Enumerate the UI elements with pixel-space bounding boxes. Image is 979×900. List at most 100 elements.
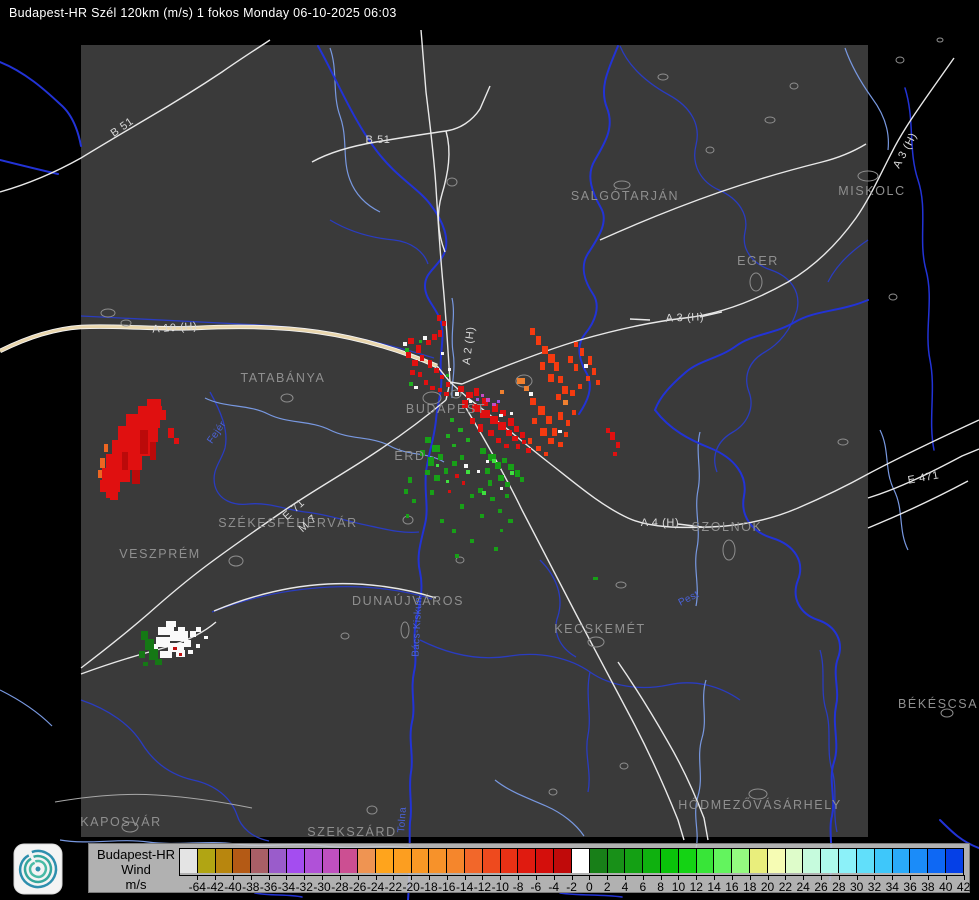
- radar-echo-central-white: [448, 368, 451, 371]
- radar-echo-south-green-bright: [446, 480, 449, 483]
- radar-echo-central-white: [441, 352, 444, 355]
- radar-echo-south-green: [500, 529, 503, 532]
- radar-echo-central-red-bright: [588, 356, 592, 365]
- radar-echo-central-magenta: [486, 398, 490, 402]
- city-label: HÓDMEZŐVÁSÁRHELY: [678, 797, 842, 812]
- radar-echo-south-green-bright: [436, 464, 439, 467]
- legend-color-box: [589, 849, 608, 873]
- legend-panel: Budapest-HR Wind m/s -64 -42 -40 -38 -36 -34-…: [88, 843, 970, 894]
- radar-echo-central-red: [430, 386, 435, 390]
- radar-echo-south-white-bits: [486, 460, 489, 463]
- legend-tick-label: -8: [512, 880, 524, 894]
- radar-echo-central-magenta: [481, 394, 484, 397]
- radar-echo-west-red-core: [110, 494, 118, 500]
- radar-echo-central-red: [508, 418, 514, 426]
- radar-echo-central-red: [496, 438, 501, 443]
- radar-echo-central-green-bits: [419, 340, 422, 343]
- radar-echo-central-red: [408, 338, 414, 344]
- radar-echo-central-red-bright: [566, 420, 570, 426]
- legend-tick-label: 28: [832, 880, 846, 894]
- legend-tick-label: 22: [778, 880, 793, 894]
- legend-tick-label: -16: [438, 880, 456, 894]
- radar-echo-west-red-core: [168, 428, 174, 438]
- radar-echo-south-green: [495, 462, 501, 469]
- legend-tick-label: -38: [242, 880, 260, 894]
- radar-echo-central-red: [458, 386, 464, 392]
- legend-tick-label: -18: [420, 880, 438, 894]
- road-label: A 3 (H): [891, 131, 920, 171]
- radar-echo-central-red-bright: [574, 364, 578, 371]
- radar-echo-central-red: [506, 430, 512, 436]
- radar-echo-central-red: [418, 372, 422, 377]
- radar-echo-south-green: [460, 455, 464, 460]
- radar-echo-central-white: [499, 414, 503, 417]
- city-label: DUNAÚJVÁROS: [352, 593, 464, 608]
- radar-echo-central-red: [498, 422, 506, 430]
- radar-echo-sw-darkgreen: [143, 662, 148, 666]
- legend-color-box: [928, 849, 946, 873]
- radar-echo-south-green: [508, 464, 514, 470]
- legend-tick-label: -30: [313, 880, 331, 894]
- legend-color-box: [465, 849, 483, 873]
- radar-echo-central-red: [520, 432, 525, 438]
- legend-color-box: [411, 849, 430, 873]
- radar-echo-south-green-bright: [466, 470, 470, 474]
- radar-echo-central-orange: [500, 390, 504, 394]
- radar-echo-west-orange-fringe: [100, 458, 105, 468]
- legend-color-scale: [179, 848, 964, 876]
- legend-color-box: [607, 849, 626, 873]
- radar-echo-south-green: [498, 509, 502, 513]
- radar-echo-central-green-bits: [466, 438, 470, 442]
- radar-echo-central-red: [432, 334, 437, 340]
- met-service-logo: [13, 843, 63, 895]
- radar-echo-central-red: [606, 428, 610, 433]
- radar-echo-south-green: [490, 497, 495, 501]
- radar-echo-south-green: [452, 461, 457, 466]
- radar-echo-west-red-core: [152, 410, 166, 420]
- radar-echo-central-red: [514, 426, 519, 432]
- radar-echo-central-white: [529, 392, 533, 396]
- radar-echo-central-red: [440, 375, 444, 379]
- water-label: Tolna: [396, 806, 409, 833]
- radar-echo-south-green: [425, 437, 431, 443]
- legend-tick-label: 6: [639, 880, 647, 894]
- legend-color-box: [767, 849, 786, 873]
- road-label: A 3 (H): [665, 311, 704, 324]
- city-label: BUDAPEST: [406, 402, 486, 416]
- radar-echo-central-green-bits: [452, 444, 456, 447]
- legend-tick-label: -12: [473, 880, 492, 894]
- map-title: Budapest-HR Szél 120km (m/s) 1 fokos Mon…: [9, 6, 397, 20]
- radar-echo-central-red-bright: [536, 446, 541, 451]
- legend-color-box: [536, 849, 555, 873]
- radar-echo-central-red: [444, 392, 449, 396]
- legend-color-box: [785, 849, 804, 873]
- radar-echo-south-white-bits: [500, 487, 503, 490]
- radar-echo-south-green: [502, 458, 507, 463]
- legend-color-box: [197, 849, 216, 873]
- legend-tick-label: 0: [586, 880, 593, 894]
- legend-color-box: [340, 849, 359, 873]
- radar-echo-south-green: [460, 504, 464, 509]
- radar-echo-central-red: [412, 360, 418, 366]
- radar-echo-central-red: [437, 315, 441, 321]
- legend-color-box: [643, 849, 661, 873]
- legend-tick-label: -6: [530, 880, 542, 894]
- radar-echo-south-green: [470, 494, 474, 498]
- radar-echo-central-red: [488, 430, 494, 436]
- radar-echo-south-red-bits: [462, 481, 465, 485]
- legend-tick-label: 24: [796, 880, 810, 894]
- radar-echo-sw-darkgreen: [139, 651, 145, 658]
- radar-echo-south-green: [428, 457, 434, 466]
- legend-color-box: [429, 849, 448, 873]
- legend-tick-label: 32: [867, 880, 882, 894]
- legend-color-box: [571, 849, 590, 873]
- radar-echo-south-green: [515, 470, 520, 477]
- legend-color-box: [750, 849, 768, 873]
- legend-color-box: [696, 849, 715, 873]
- radar-echo-sw-darkgreen: [145, 639, 154, 650]
- radar-echo-south-green: [505, 494, 509, 498]
- legend-color-box: [233, 849, 252, 873]
- radar-echo-central-red-bright: [540, 428, 547, 436]
- radar-echo-west-orange-fringe: [104, 444, 108, 452]
- radar-echo-central-red: [470, 418, 475, 424]
